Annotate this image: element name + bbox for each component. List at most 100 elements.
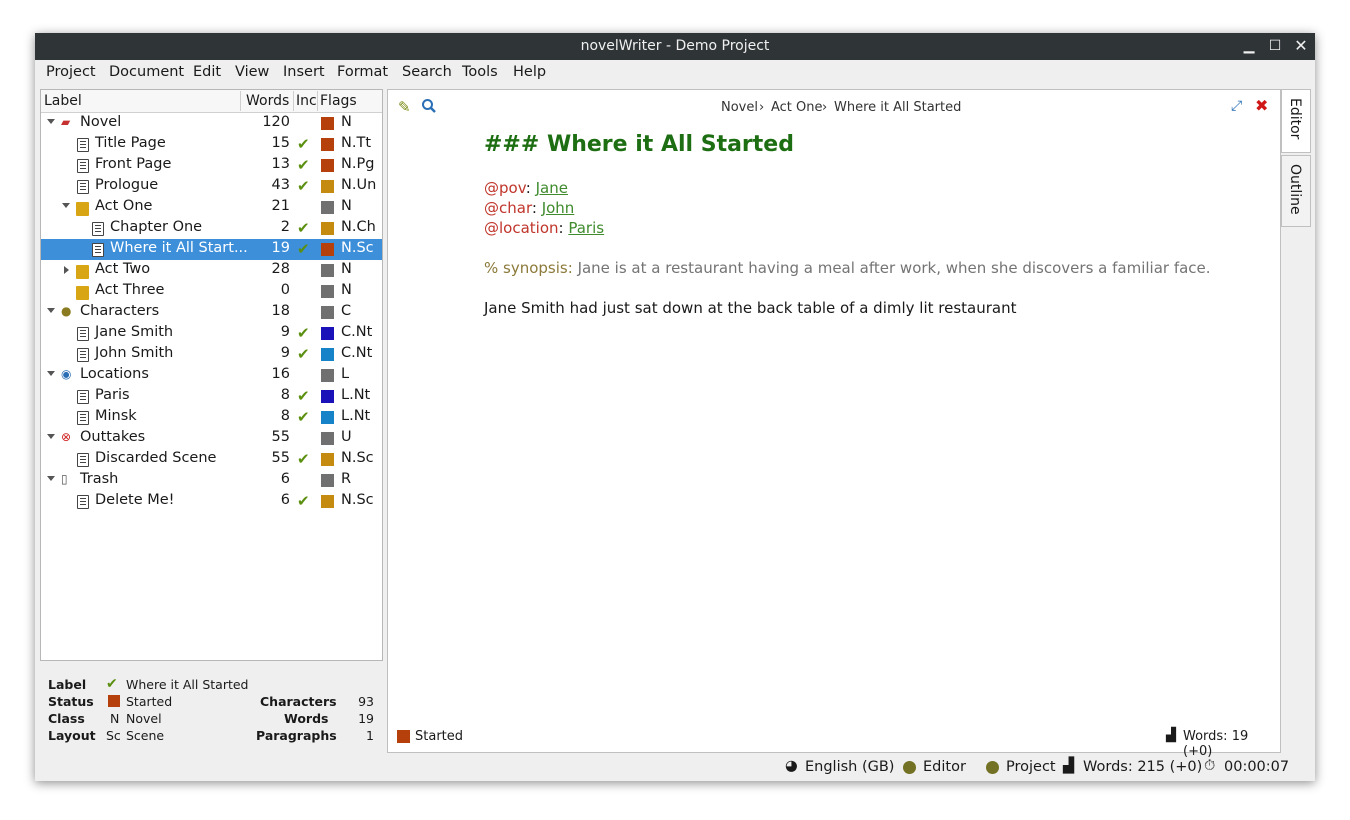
location-value[interactable]: Paris — [568, 219, 604, 237]
item-details-panel: Label ✔ Where it All Started Status Star… — [40, 671, 381, 751]
expand-arrow-icon[interactable] — [47, 371, 55, 376]
tree-row[interactable]: ▰ Novel 120 N — [41, 113, 382, 134]
document-heading[interactable]: ### Where it All Started — [484, 132, 794, 157]
location-keyword: @location — [484, 219, 559, 237]
tree-row-flags: N.Un — [341, 177, 377, 193]
minimize-icon[interactable]: ▁ — [1239, 36, 1259, 56]
col-label-header[interactable]: Label — [44, 93, 82, 109]
status-color-icon — [321, 432, 334, 445]
expand-arrow-icon[interactable] — [47, 308, 55, 313]
maximize-icon[interactable]: ☐ — [1265, 36, 1285, 56]
tree-row[interactable]: Act Three 0 N — [41, 281, 382, 302]
menu-document[interactable]: Document — [109, 64, 184, 80]
pov-value[interactable]: Jane — [536, 179, 568, 197]
tree-row-words: 15 — [271, 135, 290, 151]
location-tag-line[interactable]: @location: Paris — [484, 219, 604, 237]
char-value[interactable]: John — [542, 199, 575, 217]
menu-format[interactable]: Format — [337, 64, 388, 80]
detail-label-key: Label — [48, 677, 87, 692]
tree-row[interactable]: Prologue 43 ✔ N.Un — [41, 176, 382, 197]
tree-row-flags: N.Pg — [341, 156, 375, 172]
person-icon: ● — [61, 304, 72, 318]
menu-project[interactable]: Project — [46, 64, 96, 80]
checkmark-icon: ✔ — [106, 676, 118, 692]
tree-row[interactable]: Act Two 28 N — [41, 260, 382, 281]
collapse-arrow-icon[interactable] — [64, 266, 69, 274]
novel-root-icon: ▰ — [61, 115, 71, 129]
tab-editor[interactable]: Editor — [1281, 89, 1311, 153]
menu-tools[interactable]: Tools — [462, 64, 498, 80]
detail-class-value: Novel — [126, 711, 162, 726]
tree-row-flags: N — [341, 198, 352, 214]
tree-row-label: Where it All Start... — [110, 240, 248, 256]
tree-row[interactable]: Paris 8 ✔ L.Nt — [41, 386, 382, 407]
expand-arrow-icon[interactable] — [47, 434, 55, 439]
document-icon — [77, 138, 89, 152]
close-icon[interactable]: ✕ — [1291, 36, 1311, 56]
col-flags-header[interactable]: Flags — [320, 93, 357, 109]
tree-row-words: 6 — [280, 471, 290, 487]
included-check-icon: ✔ — [297, 408, 310, 426]
included-check-icon: ✔ — [297, 387, 310, 405]
tree-row[interactable]: Title Page 15 ✔ N.Tt — [41, 134, 382, 155]
globe-icon: ◕ — [785, 758, 798, 774]
side-tab-bar: Editor Outline — [1281, 89, 1311, 289]
tree-row[interactable]: John Smith 9 ✔ C.Nt — [41, 344, 382, 365]
menu-search[interactable]: Search — [402, 64, 452, 80]
document-icon — [77, 327, 89, 341]
menu-view[interactable]: View — [235, 64, 269, 80]
status-color-icon — [321, 495, 334, 508]
detail-chars-value: 93 — [358, 694, 374, 709]
document-icon — [92, 222, 104, 236]
tree-row-flags: R — [341, 471, 352, 487]
expand-arrow-icon[interactable] — [62, 203, 70, 208]
tree-row[interactable]: ▯ Trash 6 R — [41, 470, 382, 491]
edit-pencil-icon[interactable]: ✎ — [398, 98, 411, 116]
tree-row-flags: N — [341, 261, 352, 277]
document-icon — [77, 453, 89, 467]
tree-row[interactable]: Discarded Scene 55 ✔ N.Sc — [41, 449, 382, 470]
tree-row-label: Jane Smith — [95, 324, 174, 340]
menu-help[interactable]: Help — [513, 64, 546, 80]
tree-row[interactable]: ⊗ Outtakes 55 U — [41, 428, 382, 449]
title-bar: novelWriter - Demo Project ▁ ☐ ✕ — [35, 33, 1315, 60]
editor-status-dot-icon — [903, 761, 916, 774]
breadcrumb-separator-icon: › — [759, 100, 765, 115]
tree-row-words: 8 — [280, 408, 290, 424]
synopsis-line[interactable]: % synopsis: Jane is at a restaurant havi… — [484, 259, 1211, 277]
expand-arrow-icon[interactable] — [47, 476, 55, 481]
char-tag-line[interactable]: @char: John — [484, 199, 574, 217]
tree-row-flags: L.Nt — [341, 387, 371, 403]
search-icon[interactable] — [421, 98, 437, 118]
tree-row[interactable]: ◉ Locations 16 L — [41, 365, 382, 386]
pov-tag-line[interactable]: @pov: Jane — [484, 179, 568, 197]
tree-row-label: Chapter One — [110, 219, 203, 235]
document-icon — [77, 390, 89, 404]
included-check-icon: ✔ — [297, 240, 310, 258]
menu-insert[interactable]: Insert — [283, 64, 325, 80]
close-document-icon[interactable]: ✖ — [1255, 96, 1268, 115]
col-words-header[interactable]: Words — [246, 93, 289, 109]
tree-row[interactable]: Minsk 8 ✔ L.Nt — [41, 407, 382, 428]
menu-edit[interactable]: Edit — [193, 64, 221, 80]
status-color-icon — [108, 695, 120, 707]
tree-row[interactable]: Delete Me! 6 ✔ N.Sc — [41, 491, 382, 512]
tree-row[interactable]: Front Page 13 ✔ N.Pg — [41, 155, 382, 176]
maximize-editor-icon[interactable]: ⤢ — [1231, 98, 1242, 114]
tree-row-label: John Smith — [95, 345, 174, 361]
tree-row-flags: N.Sc — [341, 450, 374, 466]
tree-row[interactable]: Where it All Start... 19 ✔ N.Sc — [41, 239, 382, 260]
status-color-icon — [321, 285, 334, 298]
tree-row[interactable]: Chapter One 2 ✔ N.Ch — [41, 218, 382, 239]
window-title: novelWriter - Demo Project — [580, 38, 770, 54]
included-check-icon: ✔ — [297, 156, 310, 174]
tree-row[interactable]: Act One 21 N — [41, 197, 382, 218]
tree-row[interactable]: Jane Smith 9 ✔ C.Nt — [41, 323, 382, 344]
tree-row-words: 2 — [280, 219, 290, 235]
detail-status-value: Started — [126, 694, 173, 709]
expand-arrow-icon[interactable] — [47, 119, 55, 124]
tree-row[interactable]: ● Characters 18 C — [41, 302, 382, 323]
col-inc-header[interactable]: Inc — [296, 93, 317, 109]
tab-outline[interactable]: Outline — [1281, 155, 1311, 227]
body-text[interactable]: Jane Smith had just sat down at the back… — [484, 299, 1017, 317]
